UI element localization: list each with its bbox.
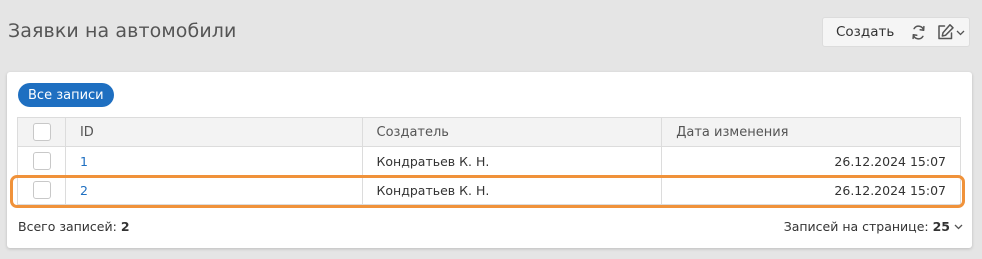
row-checkbox[interactable] <box>33 181 51 199</box>
cell-modified: 26.12.2024 15:07 <box>661 175 961 205</box>
cell-creator: Кондратьев К. Н. <box>361 175 663 205</box>
total-records: Всего записей: 2 <box>18 219 130 234</box>
cell-id: 1 <box>64 146 363 176</box>
cell-creator: Кондратьев К. Н. <box>361 146 663 176</box>
row-checkbox[interactable] <box>33 152 51 170</box>
table-header-row: ID Создатель Дата изменения <box>17 117 961 147</box>
refresh-icon <box>911 24 925 40</box>
chevron-down-icon <box>956 30 965 35</box>
refresh-button[interactable] <box>907 21 929 43</box>
create-button[interactable]: Создать <box>823 24 905 40</box>
column-header-modified[interactable]: Дата изменения <box>661 117 961 147</box>
record-id-link[interactable]: 1 <box>80 154 88 169</box>
select-all-checkbox[interactable] <box>33 123 51 141</box>
record-id-link[interactable]: 2 <box>80 183 88 198</box>
page-size-selector[interactable]: Записей на странице: 25 <box>784 219 963 234</box>
table-row[interactable]: 2 Кондратьев К. Н. 26.12.2024 15:07 <box>17 175 961 205</box>
table-row[interactable]: 1 Кондратьев К. Н. 26.12.2024 15:07 <box>17 146 961 176</box>
edit-icon <box>938 24 954 40</box>
header-select-all-cell <box>17 117 66 147</box>
column-header-id[interactable]: ID <box>64 117 363 147</box>
total-records-label: Всего записей: <box>18 219 117 234</box>
row-select-cell <box>17 175 66 205</box>
chevron-down-icon <box>954 224 963 230</box>
cell-modified: 26.12.2024 15:07 <box>661 146 961 176</box>
row-select-cell <box>17 146 66 176</box>
total-records-value: 2 <box>120 219 130 234</box>
page-title: Заявки на автомобили <box>8 20 237 42</box>
records-table: ID Создатель Дата изменения 1 Кондратьев… <box>17 117 961 205</box>
column-header-creator[interactable]: Создатель <box>361 117 663 147</box>
edit-menu-button[interactable] <box>936 21 965 43</box>
records-card: Все записи ID Создатель Дата изменения 1… <box>7 72 972 248</box>
filter-all-records[interactable]: Все записи <box>18 83 114 107</box>
toolbar: Создать <box>822 17 970 47</box>
page-size-label: Записей на странице: <box>783 219 929 234</box>
page-size-value: 25 <box>932 219 950 234</box>
cell-id: 2 <box>64 175 363 205</box>
